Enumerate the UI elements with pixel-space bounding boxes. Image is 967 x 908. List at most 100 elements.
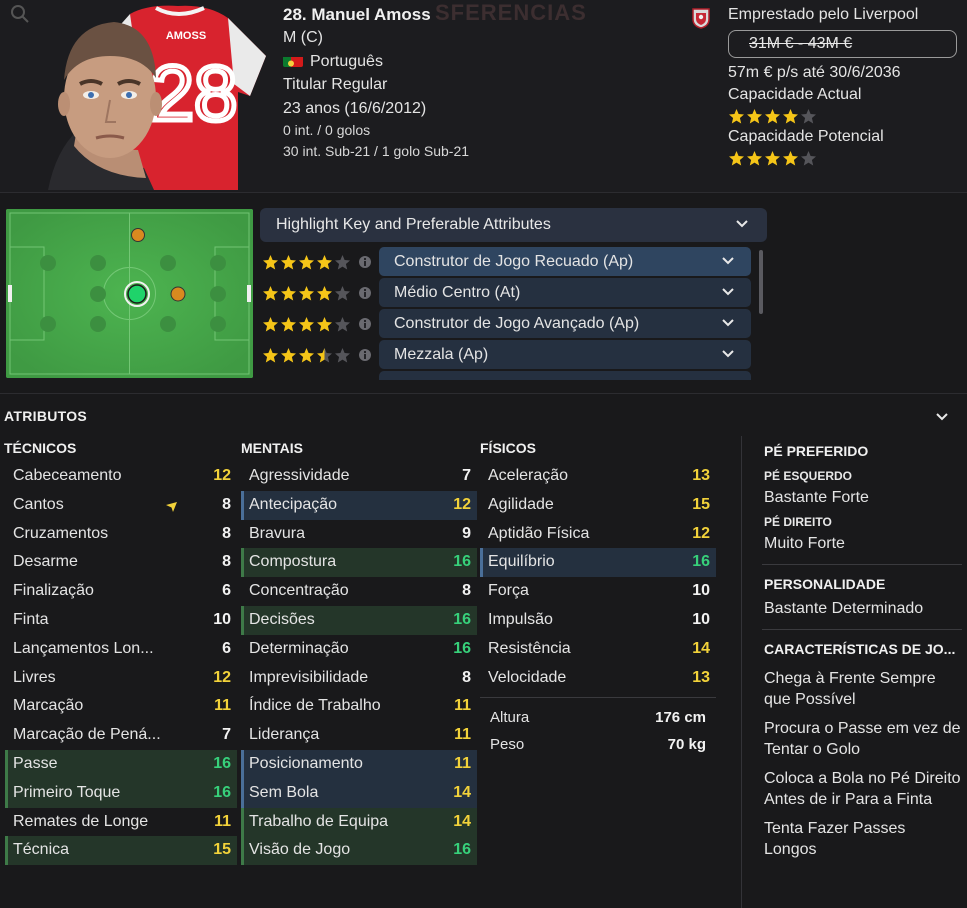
collapse-attributes-icon[interactable]: [935, 412, 949, 422]
star-icon: [783, 108, 798, 123]
info-icon[interactable]: [358, 255, 372, 269]
info-icon[interactable]: [358, 286, 372, 300]
position-pitch[interactable]: [6, 209, 253, 378]
star-icon: [765, 150, 780, 165]
role-dropdown[interactable]: [379, 371, 751, 380]
attribute-row[interactable]: Livres 12: [5, 664, 237, 693]
role-dropdown[interactable]: Construtor de Jogo Recuado (Ap): [379, 247, 751, 276]
info-icon[interactable]: [358, 317, 372, 331]
attribute-row[interactable]: Decisões 16: [241, 605, 477, 635]
star-icon: [747, 108, 762, 123]
attribute-value: 13: [692, 668, 710, 686]
attribute-row[interactable]: Cantos 8: [5, 491, 237, 520]
player-portrait: AMOSS 28: [48, 5, 266, 190]
star-icon: [317, 347, 332, 362]
role-stars: [262, 283, 351, 303]
highlight-key-dropdown[interactable]: Highlight Key and Preferable Attributes: [260, 208, 767, 242]
shirt-name: AMOSS: [166, 30, 206, 42]
attribute-label: Cabeceamento: [13, 467, 122, 484]
attribute-row[interactable]: Determinação 16: [241, 635, 477, 664]
attribute-row[interactable]: Finalização 6: [5, 577, 237, 606]
attribute-row[interactable]: Agilidade 15: [480, 491, 716, 520]
attribute-row[interactable]: Marcação de Pená... 7: [5, 721, 237, 750]
attribute-row[interactable]: Cruzamentos 8: [5, 520, 237, 549]
attribute-value: 11: [454, 697, 471, 715]
role-row[interactable]: Mezzala (Ap): [260, 340, 755, 370]
star-icon: [281, 316, 296, 331]
attribute-row[interactable]: Aptidão Física 12: [480, 520, 716, 549]
attribute-row[interactable]: Passe 16: [5, 749, 237, 779]
attribute-row[interactable]: Visão de Jogo 16: [241, 836, 477, 866]
attribute-row[interactable]: Sem Bola 14: [241, 778, 477, 808]
nationality-row[interactable]: Português: [283, 50, 643, 74]
international-caps: 0 int. / 0 golos: [283, 122, 371, 138]
roles-scrollbar[interactable]: [759, 250, 763, 314]
attribute-value: 13: [692, 467, 710, 484]
star-icon: [263, 316, 278, 331]
roles-panel: Highlight Key and Preferable Attributes …: [260, 208, 767, 380]
attribute-row[interactable]: Desarme 8: [5, 548, 237, 577]
club-crest-icon[interactable]: [691, 7, 711, 29]
attribute-row[interactable]: Finta 10: [5, 606, 237, 635]
trait-item: Tenta Fazer Passes Longos: [764, 820, 906, 858]
attribute-value: 16: [692, 553, 710, 571]
physical-title: FÍSICOS: [480, 440, 537, 456]
attribute-value: 16: [453, 610, 471, 628]
attribute-row[interactable]: Lançamentos Lon... 6: [5, 635, 237, 664]
star-icon: [335, 285, 350, 300]
attribute-label: Desarme: [13, 553, 78, 571]
attribute-row[interactable]: Posicionamento 11: [241, 749, 477, 779]
attribute-row[interactable]: Primeiro Toque 16: [5, 778, 237, 808]
search-icon[interactable]: [8, 2, 32, 26]
attribute-row[interactable]: Concentração 8: [241, 577, 477, 606]
attribute-label: Antecipação: [249, 495, 338, 513]
attribute-value: 11: [454, 726, 471, 744]
star-icon: [783, 150, 798, 165]
role-row[interactable]: Médio Centro (At): [260, 278, 755, 308]
attribute-row[interactable]: Compostura 16: [241, 548, 477, 578]
role-dropdown[interactable]: Mezzala (Ap): [379, 340, 751, 369]
current-ability-label: Capacidade Actual: [728, 86, 862, 103]
traits-title[interactable]: CARACTERÍSTICAS DE JO...: [764, 638, 962, 660]
role-dropdown[interactable]: Construtor de Jogo Avançado (Ap): [379, 309, 751, 338]
attribute-row[interactable]: Trabalho de Equipa 14: [241, 807, 477, 837]
attribute-row[interactable]: Bravura 9: [241, 520, 477, 549]
attribute-row[interactable]: Resistência 14: [480, 635, 716, 664]
loan-info[interactable]: Emprestado pelo Liverpool: [728, 4, 964, 26]
star-icon: [317, 254, 332, 269]
attribute-row[interactable]: Antecipação 12: [241, 490, 477, 520]
attribute-row[interactable]: Técnica 15: [5, 836, 237, 866]
attribute-row[interactable]: Velocidade 13: [480, 664, 716, 693]
technical-attributes: Cabeceamento 12 Cantos 8 Cruzamentos 8 Desarme…: [5, 462, 237, 866]
attribute-row[interactable]: Liderança 11: [241, 721, 477, 750]
role-dropdown[interactable]: Médio Centro (At): [379, 278, 751, 307]
role-row[interactable]: Construtor de Jogo Recuado (Ap): [260, 247, 755, 277]
attribute-row[interactable]: Imprevisibilidade 8: [241, 664, 477, 693]
attribute-row[interactable]: Força 10: [480, 577, 716, 606]
transfer-value[interactable]: 31M € - 43M €: [728, 30, 957, 58]
attribute-row[interactable]: Cabeceamento 12: [5, 462, 237, 491]
attribute-label: Remates de Longe: [13, 812, 149, 830]
personality-title: PERSONALIDADE: [764, 576, 886, 592]
role-row[interactable]: Construtor de Jogo Avançado (Ap): [260, 309, 755, 339]
mental-title: MENTAIS: [241, 440, 303, 456]
attribute-value: 12: [213, 467, 231, 484]
attribute-row[interactable]: Marcação 11: [5, 692, 237, 721]
attribute-row[interactable]: Índice de Trabalho 11: [241, 692, 477, 721]
star-icon: [729, 150, 744, 165]
star-icon: [729, 108, 744, 123]
attribute-row[interactable]: Remates de Longe 11: [5, 808, 237, 837]
role-row-partial[interactable]: [260, 371, 755, 380]
attribute-label: Posicionamento: [249, 754, 363, 772]
attribute-row[interactable]: Equilíbrio 16: [480, 548, 716, 578]
attribute-row[interactable]: Impulsão 10: [480, 606, 716, 635]
weight-value: 70 kg: [667, 736, 706, 753]
attribute-row[interactable]: Aceleração 13: [480, 462, 716, 491]
attribute-label: Finta: [13, 610, 49, 628]
star-icon: [281, 285, 296, 300]
attribute-row[interactable]: Agressividade 7: [241, 462, 477, 491]
weight-row: Peso 70 kg: [480, 736, 716, 753]
personality-value: Bastante Determinado: [764, 600, 924, 617]
info-icon[interactable]: [358, 348, 372, 362]
star-icon: [263, 347, 278, 362]
